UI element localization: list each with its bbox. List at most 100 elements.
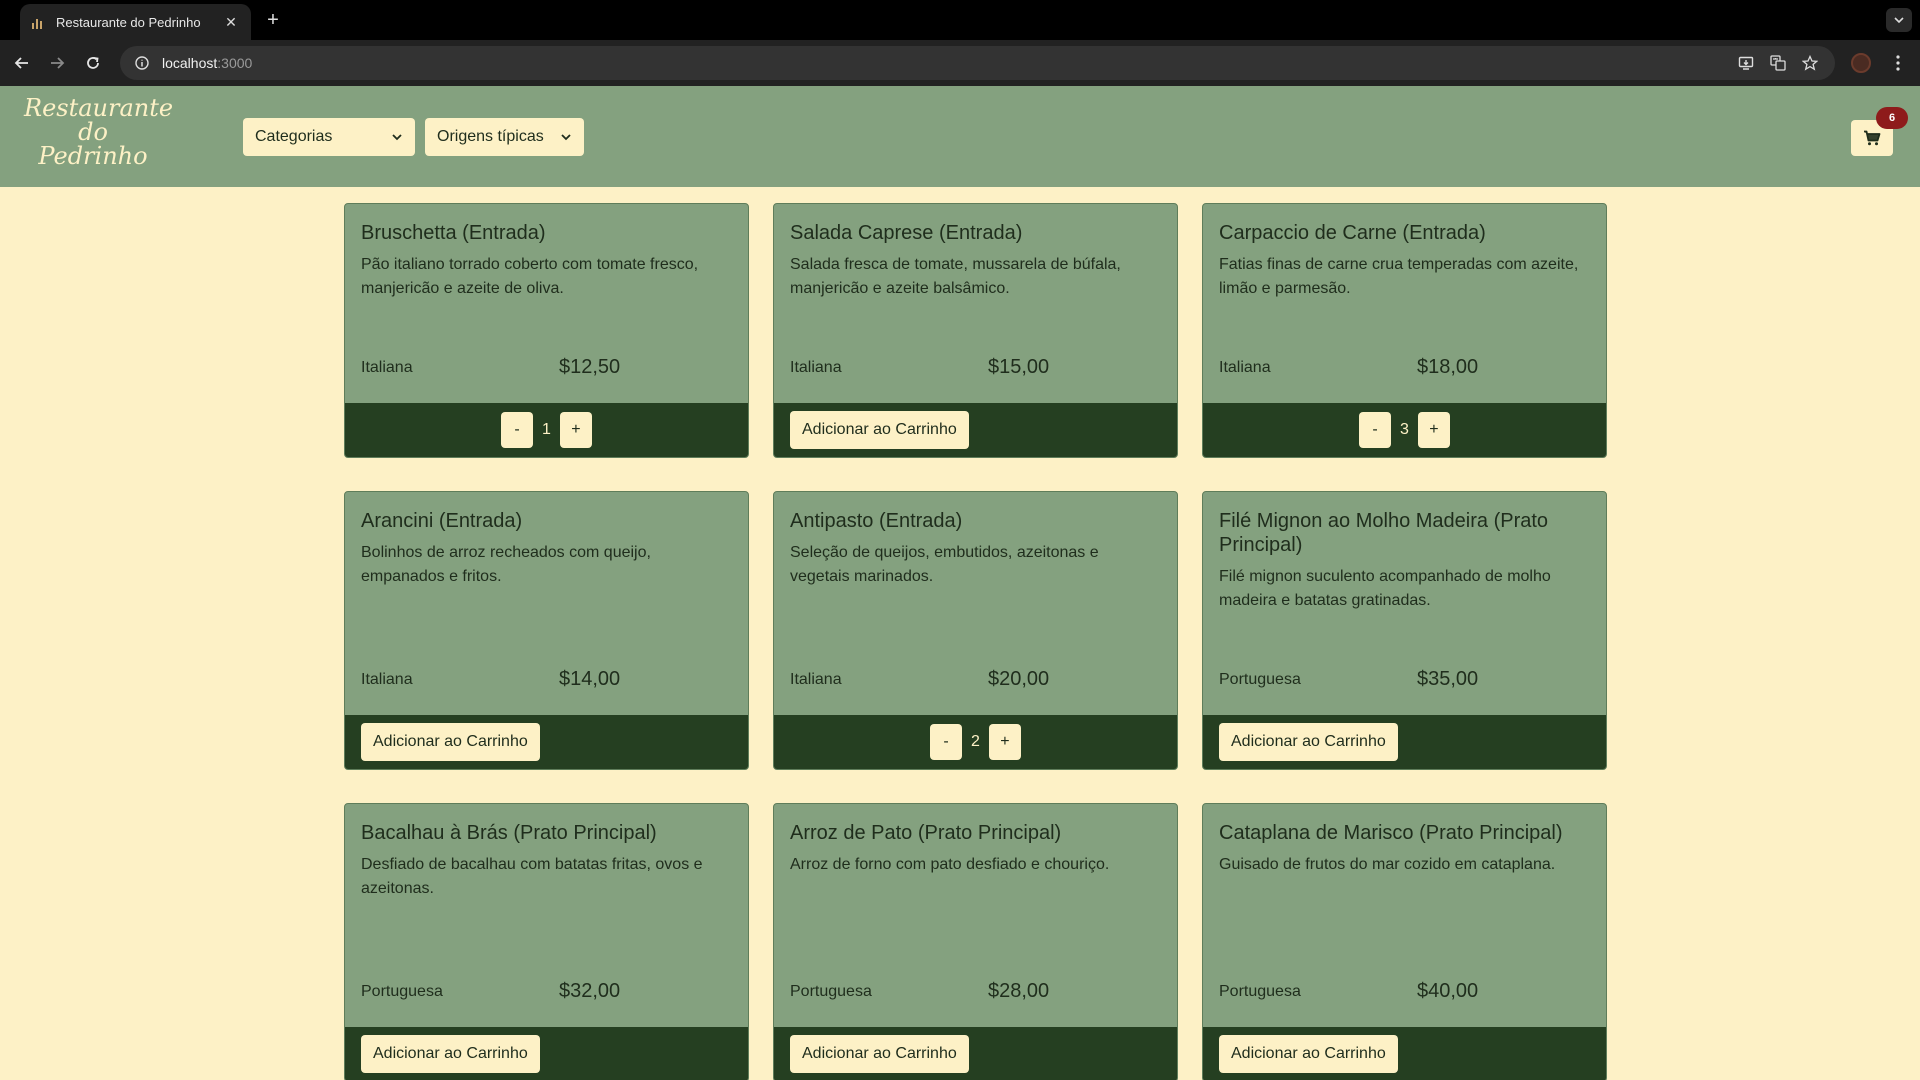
product-card: Filé Mignon ao Molho Madeira (Prato Prin… [1202,491,1607,770]
chevron-down-icon [392,134,402,141]
product-meta: Portuguesa $35,00 [1219,668,1592,691]
product-title: Salada Caprese (Entrada) [790,222,1023,244]
product-meta: Italiana $20,00 [790,668,1163,691]
product-title: Bacalhau à Brás (Prato Principal) [361,822,657,844]
add-to-cart-button[interactable]: Adicionar ao Carrinho [1219,1035,1398,1073]
product-description: Fatias finas de carne crua temperadas co… [1219,256,1579,297]
origins-dropdown[interactable]: Origens típicas [425,118,584,156]
card-body: Bacalhau à Brás (Prato Principal) Desfia… [345,804,748,1027]
translate-icon[interactable] [1769,54,1787,72]
tab-title: Restaurante do Pedrinho [56,14,201,30]
product-meta: Portuguesa $40,00 [1219,980,1592,1003]
product-description: Arroz de forno com pato desfiado e chour… [790,856,1110,873]
add-to-cart-button[interactable]: Adicionar ao Carrinho [361,1035,540,1073]
product-description: Pão italiano torrado coberto com tomate … [361,256,699,297]
product-title: Carpaccio de Carne (Entrada) [1219,222,1486,244]
product-meta: Italiana $15,00 [790,356,1163,379]
kebab-menu-icon [1896,55,1900,71]
app-header: Restaurante do Pedrinho Categorias Orige… [0,86,1920,187]
product-price: $18,00 [1417,356,1479,378]
product-meta: Italiana $18,00 [1219,356,1592,379]
product-description: Desfiado de bacalhau com batatas fritas,… [361,856,703,897]
product-title: Filé Mignon ao Molho Madeira (Prato Prin… [1219,510,1549,556]
add-to-cart-button[interactable]: Adicionar ao Carrinho [1219,723,1398,761]
product-origin: Italiana [790,358,842,376]
increase-qty-button[interactable]: + [559,412,592,448]
info-icon[interactable] [134,55,150,71]
product-price: $28,00 [988,980,1050,1002]
reload-icon [87,57,99,69]
add-to-cart-button[interactable]: Adicionar ao Carrinho [790,1035,969,1073]
profile-avatar[interactable] [1849,51,1873,75]
reload-button[interactable] [81,51,105,75]
url-port: :3000 [217,55,253,71]
chevron-down-icon [561,134,571,141]
product-meta: Italiana $12,50 [361,356,734,379]
decrease-qty-button[interactable]: - [1359,412,1392,448]
product-card: Arancini (Entrada) Bolinhos de arroz rec… [344,491,749,770]
increase-qty-button[interactable]: + [988,724,1021,760]
card-body: Bruschetta (Entrada) Pão italiano torrad… [345,204,748,403]
card-body: Cataplana de Marisco (Prato Principal) G… [1203,804,1606,1027]
product-meta: Portuguesa $32,00 [361,980,734,1003]
product-card: Bruschetta (Entrada) Pão italiano torrad… [344,203,749,458]
product-origin: Italiana [790,670,842,688]
add-to-cart-button[interactable]: Adicionar ao Carrinho [361,723,540,761]
product-card: Bacalhau à Brás (Prato Principal) Desfia… [344,803,749,1080]
new-tab-button[interactable]: + [262,9,284,31]
product-price: $12,50 [559,356,621,378]
product-origin: Portuguesa [361,982,443,1000]
product-card: Arroz de Pato (Prato Principal) Arroz de… [773,803,1178,1080]
product-origin: Italiana [361,358,413,376]
product-title: Arroz de Pato (Prato Principal) [790,822,1062,844]
quantity-value: 2 [971,733,980,750]
product-origin: Portuguesa [790,982,872,1000]
arrow-left-icon [14,57,28,69]
tab-search-button[interactable] [1886,8,1912,32]
product-title: Bruschetta (Entrada) [361,222,546,244]
chevron-down-icon [1894,17,1904,24]
forward-button[interactable] [45,51,69,75]
increase-qty-button[interactable]: + [1417,412,1450,448]
arrow-right-icon [51,57,65,69]
card-body: Carpaccio de Carne (Entrada) Fatias fina… [1203,204,1606,403]
quantity-value: 1 [542,421,551,438]
back-button[interactable] [10,51,34,75]
decrease-qty-button[interactable]: - [930,724,963,760]
product-price: $32,00 [559,980,621,1002]
origins-dropdown-label: Origens típicas [437,128,544,145]
bookmark-star-icon[interactable] [1801,54,1819,72]
browser-tab[interactable]: Restaurante do Pedrinho ✕ [20,4,251,40]
product-origin: Portuguesa [1219,982,1301,1000]
product-origin: Italiana [361,670,413,688]
product-price: $35,00 [1417,668,1479,690]
card-body: Arroz de Pato (Prato Principal) Arroz de… [774,804,1177,1027]
decrease-qty-button[interactable]: - [501,412,534,448]
add-to-cart-button[interactable]: Adicionar ao Carrinho [790,411,969,449]
install-app-icon[interactable] [1737,54,1755,72]
product-meta: Portuguesa $28,00 [790,980,1163,1003]
product-price: $40,00 [1417,980,1479,1002]
browser-menu-button[interactable] [1886,51,1910,75]
product-title: Cataplana de Marisco (Prato Principal) [1219,822,1563,844]
restaurant-logo[interactable]: Restaurante do Pedrinho [24,96,173,168]
product-title: Antipasto (Entrada) [790,510,963,532]
product-card: Cataplana de Marisco (Prato Principal) G… [1202,803,1607,1080]
product-grid: Bruschetta (Entrada) Pão italiano torrad… [344,203,1608,1080]
product-card: Salada Caprese (Entrada) Salada fresca d… [773,203,1178,458]
product-description: Seleção de queijos, embutidos, azeitonas… [790,544,1099,585]
tab-close-icon[interactable]: ✕ [223,14,239,31]
address-bar[interactable]: localhost :3000 [120,46,1835,80]
browser-toolbar: localhost :3000 [0,40,1920,86]
card-body: Antipasto (Entrada) Seleção de queijos, … [774,492,1177,715]
product-price: $15,00 [988,356,1050,378]
product-origin: Italiana [1219,358,1271,376]
card-body: Arancini (Entrada) Bolinhos de arroz rec… [345,492,748,715]
cart-count-badge: 6 [1876,107,1908,129]
product-card: Antipasto (Entrada) Seleção de queijos, … [773,491,1178,770]
categories-dropdown[interactable]: Categorias [243,118,415,156]
product-price: $14,00 [559,668,621,690]
product-description: Bolinhos de arroz recheados com queijo, … [361,544,651,585]
product-description: Guisado de frutos do mar cozido em catap… [1219,856,1556,873]
product-description: Salada fresca de tomate, mussarela de bú… [790,256,1121,297]
